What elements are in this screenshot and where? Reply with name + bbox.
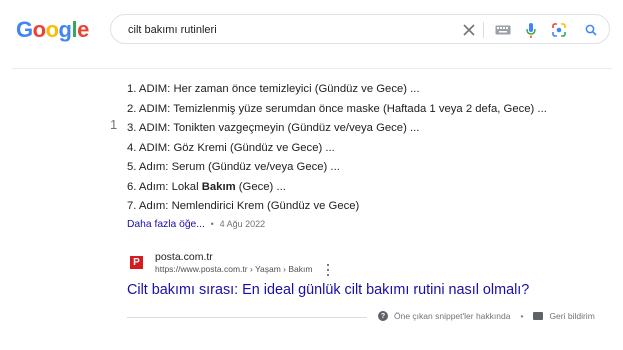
list-item: 2. ADIM: Temizlenmiş yüze serumdan önce … — [127, 100, 547, 120]
help-icon[interactable]: ? — [378, 311, 388, 321]
step-text-suffix: (Gece) ... — [235, 180, 286, 193]
step-highlight: Bakım — [201, 180, 236, 193]
separator-dot: • — [210, 219, 214, 229]
more-options-icon[interactable] — [325, 264, 331, 276]
snippet-date: 4 Ağu 2022 — [219, 219, 266, 229]
list-item: 7. Adım: Nemlendirici Krem (Gündüz ve Ge… — [127, 197, 547, 217]
logo-letter: g — [58, 17, 72, 42]
step-text: 2. ADIM: Temizlenmiş yüze serumdan önce … — [127, 102, 547, 115]
list-item: 6. Adım: Lokal Bakım (Gece) ... — [127, 178, 547, 198]
list-item: 5. Adım: Serum (Gündüz ve/veya Gece) ... — [127, 158, 547, 178]
search-box — [110, 14, 610, 44]
more-items-row: Daha fazla öğe... • 4 Ağu 2022 — [127, 219, 265, 230]
feedback-link[interactable]: Geri bildirim — [549, 311, 594, 321]
header-divider — [12, 68, 612, 69]
logo-letter: o — [32, 17, 46, 42]
snippet-side-number: 1 — [110, 117, 118, 132]
logo-letter: o — [45, 17, 59, 42]
footer-divider — [127, 317, 367, 318]
result-title-link[interactable]: Cilt bakımı sırası: En ideal günlük cilt… — [127, 282, 529, 298]
logo-letter: G — [16, 17, 33, 42]
step-text: 1. ADIM: Her zaman önce temizleyici (Gün… — [127, 83, 420, 95]
clear-icon[interactable] — [459, 20, 479, 40]
feedback-icon[interactable] — [533, 312, 544, 320]
list-item: 3. ADIM: Tonikten vazgeçmeyin (Gündüz ve… — [127, 119, 547, 139]
about-snippets-link[interactable]: Öne çıkan snippet'ler hakkında — [394, 311, 510, 321]
separator-dot: • — [520, 311, 524, 321]
more-items-link[interactable]: Daha fazla öğe... — [127, 219, 205, 230]
site-favicon[interactable]: P — [130, 256, 143, 269]
search-icon[interactable] — [581, 20, 601, 40]
list-item: 4. ADIM: Göz Kremi (Gündüz ve Gece) ... — [127, 139, 547, 159]
google-logo[interactable]: Google — [16, 17, 89, 43]
site-url[interactable]: https://www.posta.com.tr › Yaşam › Bakım — [155, 264, 312, 274]
mic-icon[interactable] — [521, 20, 541, 40]
lens-icon[interactable] — [549, 20, 569, 40]
keyboard-icon[interactable] — [493, 20, 513, 40]
search-divider — [483, 22, 484, 38]
step-text: 3. ADIM: Tonikten vazgeçmeyin (Gündüz ve… — [127, 122, 420, 134]
snippet-footer: ? Öne çıkan snippet'ler hakkında • Geri … — [378, 311, 595, 321]
step-text: 6. Adım: Lokal — [127, 180, 202, 193]
search-input[interactable] — [128, 21, 458, 39]
step-text: 7. Adım: Nemlendirici Krem (Gündüz ve Ge… — [127, 200, 360, 212]
logo-letter: e — [77, 17, 89, 42]
list-item: 1. ADIM: Her zaman önce temizleyici (Gün… — [127, 80, 547, 100]
step-text: 5. Adım: Serum (Gündüz ve/veya Gece) ... — [127, 161, 340, 173]
snippet-steps-list: 1. ADIM: Her zaman önce temizleyici (Gün… — [127, 80, 547, 217]
site-name[interactable]: posta.com.tr — [155, 251, 213, 263]
step-text: 4. ADIM: Göz Kremi (Gündüz ve Gece) ... — [127, 141, 335, 154]
